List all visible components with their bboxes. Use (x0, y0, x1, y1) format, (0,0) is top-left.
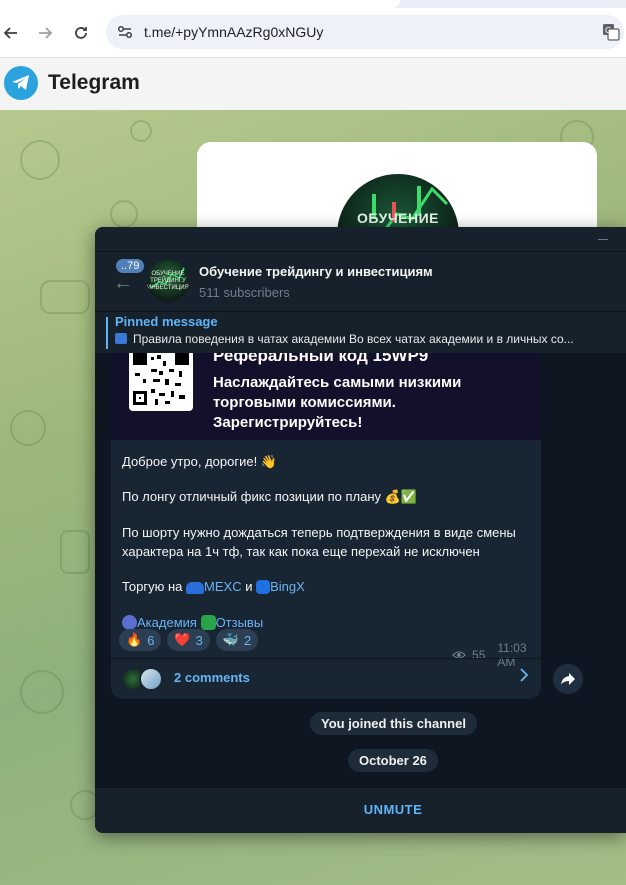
reactions-row: 🔥 6 ❤️ 3 🐳 2 (119, 629, 259, 651)
address-bar[interactable]: t.me/+pyYmnAAzRg0xNGUy G (106, 15, 624, 49)
chat-header[interactable]: ← ..79 ОБУЧЕНИЕ ТРЕЙДИНГУ ИНВЕСТИЦИЯМ Об… (95, 251, 626, 311)
message-short-text-1: По шорту нужно дождаться теперь подтверж… (122, 525, 516, 540)
academy-link[interactable]: Академия (137, 615, 197, 630)
telegram-header: Telegram (0, 58, 626, 110)
rules-icon (115, 333, 127, 344)
back-icon[interactable] (0, 22, 22, 44)
message-long-text: По лонгу отличный фикс позиции по плану … (122, 489, 418, 504)
whale-icon: 🐳 (222, 632, 240, 647)
reaction-whale[interactable]: 🐳 2 (215, 629, 259, 651)
promo-line-3: Зарегистрируйтесь! (213, 414, 363, 431)
date-separator: October 26 (348, 749, 438, 772)
promo-image[interactable]: Реферальный код 15WP9 Наслаждайтесь самы… (111, 353, 541, 440)
translate-icon[interactable]: G (602, 23, 620, 41)
reviews-link[interactable]: Отзывы (216, 615, 264, 630)
trade-prefix: Торгую на (122, 579, 183, 594)
unmute-button[interactable]: UNMUTE (95, 802, 626, 817)
comments-bar[interactable]: 2 comments (111, 658, 541, 698)
window-titlebar (95, 227, 626, 251)
channel-avatar[interactable]: ОБУЧЕНИЕ ТРЕЙДИНГУ ИНВЕСТИЦИЯМ (147, 260, 189, 302)
channel-name: Обучение трейдингу и инвестициям (199, 264, 433, 279)
active-tab[interactable] (0, 0, 400, 8)
minimize-icon[interactable] (598, 239, 608, 240)
forward-icon[interactable] (34, 22, 56, 44)
message-bubble[interactable]: Реферальный код 15WP9 Наслаждайтесь самы… (111, 353, 541, 699)
message-greeting: Доброе утро, дорогие! 👋 (122, 454, 277, 469)
comments-label[interactable]: 2 comments (174, 670, 250, 685)
qr-code (129, 353, 193, 411)
reaction-fire[interactable]: 🔥 6 (119, 629, 162, 651)
reload-icon[interactable] (70, 22, 92, 44)
share-button[interactable] (553, 664, 583, 694)
heart-icon: ❤️ (174, 632, 191, 647)
promo-code: Реферальный код 15WP9 (213, 353, 429, 365)
back-arrow-icon[interactable]: ← (113, 272, 133, 295)
browser-toolbar: t.me/+pyYmnAAzRg0xNGUy G (0, 0, 626, 58)
site-info-icon[interactable] (116, 23, 134, 41)
reaction-count: 3 (195, 632, 203, 648)
pinned-text: Правила поведения в чатах академии Во вс… (133, 332, 574, 346)
promo-line-1: Наслаждайтесь самыми низкими (213, 374, 462, 391)
message-trade-line: Торгую на MEXC и BingX (122, 577, 305, 596)
pinned-text-row: Правила поведения в чатах академии Во вс… (115, 332, 625, 346)
joined-notice: You joined this channel (310, 712, 477, 735)
bingx-icon (256, 580, 271, 594)
composer-bar: UNMUTE (95, 787, 626, 833)
chevron-right-icon[interactable] (519, 668, 529, 687)
pinned-message[interactable]: Pinned message Правила поведения в чатах… (95, 311, 626, 353)
tab-strip (0, 0, 626, 8)
reaction-count: 6 (147, 632, 155, 648)
message-short-text-2: характера на 1ч тф, так как пока еще пер… (122, 544, 480, 559)
avatar (139, 667, 163, 691)
bingx-link[interactable]: BingX (270, 579, 305, 594)
wechat-icon (200, 615, 216, 630)
pinned-title: Pinned message (115, 314, 218, 329)
telegram-window: ← ..79 ОБУЧЕНИЕ ТРЕЙДИНГУ ИНВЕСТИЦИЯМ Об… (95, 227, 626, 833)
mexc-icon (186, 582, 205, 594)
url-text[interactable]: t.me/+pyYmnAAzRg0xNGUy (144, 24, 323, 40)
promo-line-2: торговыми комиссиями. (213, 394, 396, 411)
commenter-avatars (121, 667, 165, 691)
mexc-link[interactable]: MEXC (204, 579, 242, 594)
trade-and: и (245, 579, 253, 594)
reaction-heart[interactable]: ❤️ 3 (167, 629, 210, 651)
reaction-count: 2 (244, 632, 252, 648)
telegram-title: Telegram (48, 71, 140, 94)
globe-icon (122, 615, 137, 630)
subscriber-count: 511 subscribers (199, 285, 290, 300)
fire-icon: 🔥 (126, 632, 143, 647)
unread-badge: ..79 (116, 259, 145, 273)
telegram-logo-icon (4, 66, 38, 100)
pinned-bar (106, 317, 108, 349)
share-icon (561, 673, 575, 685)
svg-text:G: G (605, 26, 611, 35)
